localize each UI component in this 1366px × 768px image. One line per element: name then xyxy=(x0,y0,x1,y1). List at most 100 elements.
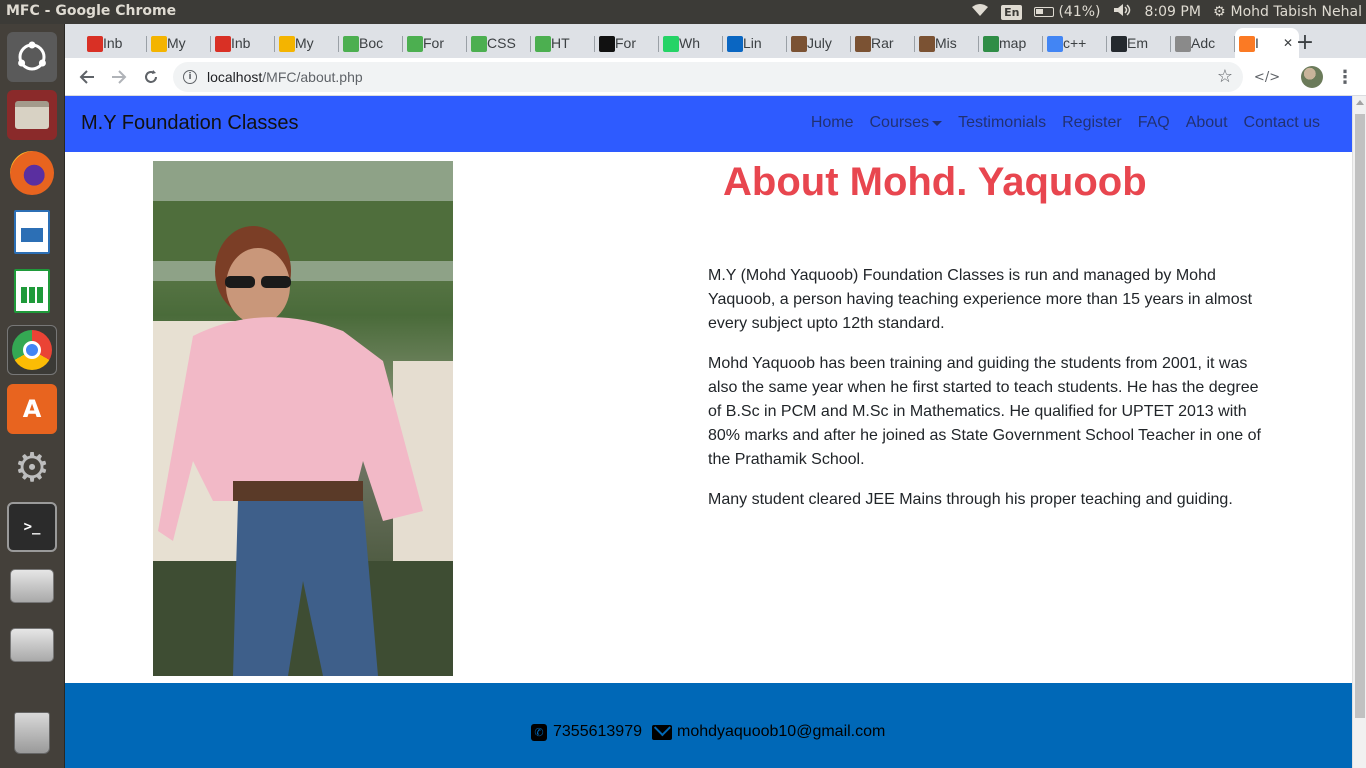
linkedin-icon xyxy=(727,36,743,52)
bookmark-icon xyxy=(1175,36,1191,52)
tab[interactable]: Mis xyxy=(915,28,979,58)
nav-contact[interactable]: Contact us xyxy=(1236,114,1328,132)
scrollbar-thumb[interactable] xyxy=(1355,114,1365,718)
bookmark-star-icon[interactable]: ☆ xyxy=(1217,66,1233,87)
tab-label: Mis xyxy=(935,35,957,51)
trash-icon[interactable] xyxy=(7,708,57,758)
tab[interactable]: Inb xyxy=(83,28,147,58)
about-content: M.Y (Mohd Yaquoob) Foundation Classes is… xyxy=(708,264,1268,528)
tab-label: My xyxy=(167,35,186,51)
code-extension-icon[interactable]: </> xyxy=(1254,65,1280,89)
site-nav-links: Home Courses Testimonials Register FAQ A… xyxy=(803,114,1328,132)
tab-label: Lin xyxy=(743,35,762,51)
address-bar[interactable]: i localhost/MFC/about.php ☆ xyxy=(173,62,1243,92)
tab-label: For xyxy=(423,35,444,51)
site-brand[interactable]: M.Y Foundation Classes xyxy=(81,112,299,135)
gear-icon: ⚙ xyxy=(1212,4,1226,20)
reload-button[interactable] xyxy=(137,63,165,91)
tab[interactable]: HT xyxy=(531,28,595,58)
xampp-icon xyxy=(1239,36,1255,52)
tab-label: Inb xyxy=(231,35,251,51)
nav-register[interactable]: Register xyxy=(1054,114,1130,132)
volume-icon[interactable] xyxy=(1113,3,1133,21)
scroll-up-arrow-icon[interactable] xyxy=(1356,100,1364,105)
calc-icon[interactable] xyxy=(7,266,57,316)
tab-label: Inb xyxy=(103,35,123,51)
tab-label: Wh xyxy=(679,35,700,51)
w3schools-icon xyxy=(471,36,487,52)
tab[interactable]: Lin xyxy=(723,28,787,58)
tab-strip: Inb My Inb My Boc For CSS HT For Wh Lin July Rar Mis m… xyxy=(65,24,1366,58)
tab[interactable]: My xyxy=(147,28,211,58)
tab[interactable]: Inb xyxy=(211,28,275,58)
tab[interactable]: Adc xyxy=(1171,28,1235,58)
browser-chrome: Inb My Inb My Boc For CSS HT For Wh Lin July Rar Mis m… xyxy=(65,24,1366,96)
tab[interactable]: My xyxy=(275,28,339,58)
tab-label: Boc xyxy=(359,35,384,51)
session-menu[interactable]: ⚙ Mohd Tabish Nehal xyxy=(1213,4,1362,20)
tab[interactable]: CSS xyxy=(467,28,531,58)
page-viewport: M.Y Foundation Classes Home Courses Test… xyxy=(65,96,1352,768)
google-icon xyxy=(1047,36,1063,52)
nav-home[interactable]: Home xyxy=(803,114,862,132)
new-tab-button[interactable]: + xyxy=(1291,28,1319,56)
drive-icon-2[interactable] xyxy=(7,620,57,670)
window-title: MFC - Google Chrome xyxy=(6,3,177,19)
nav-testimonials[interactable]: Testimonials xyxy=(950,114,1054,132)
tab-label: For xyxy=(615,35,636,51)
phone-number[interactable]: 7355613979 xyxy=(553,723,642,741)
tab[interactable]: Wh xyxy=(659,28,723,58)
tab-label: Em xyxy=(1127,35,1148,51)
whatsapp-icon xyxy=(663,36,679,52)
geeks-icon xyxy=(983,36,999,52)
envelope-icon xyxy=(651,724,672,740)
tab[interactable]: Rar xyxy=(851,28,915,58)
files-icon[interactable] xyxy=(7,90,57,140)
tab-label: Adc xyxy=(1191,35,1216,51)
nav-faq[interactable]: FAQ xyxy=(1130,114,1178,132)
drive-icon[interactable] xyxy=(7,561,57,611)
terminal-icon[interactable]: >_ xyxy=(7,502,57,552)
tab-label: HT xyxy=(551,35,570,51)
nav-about[interactable]: About xyxy=(1178,114,1236,132)
about-paragraph: Mohd Yaquoob has been training and guidi… xyxy=(708,355,1261,468)
wifi-icon[interactable] xyxy=(971,3,989,21)
tab[interactable]: c++ xyxy=(1043,28,1107,58)
profile-photo xyxy=(153,161,453,676)
tab-label: My xyxy=(295,35,314,51)
page-scrollbar[interactable] xyxy=(1352,96,1366,768)
clock[interactable]: 8:09 PM xyxy=(1145,4,1201,20)
tab[interactable]: map xyxy=(979,28,1043,58)
tab[interactable]: Em xyxy=(1107,28,1171,58)
drive-icon xyxy=(279,36,295,52)
gmail-icon xyxy=(215,36,231,52)
battery-indicator[interactable]: (41%) xyxy=(1034,4,1101,20)
github-icon xyxy=(1111,36,1127,52)
w3schools-icon xyxy=(407,36,423,52)
tab-active[interactable]: I ✕ xyxy=(1235,28,1299,58)
chrome-menu-icon[interactable]: ⋮ xyxy=(1335,65,1355,89)
site-navbar: M.Y Foundation Classes Home Courses Test… xyxy=(65,96,1352,152)
writer-icon[interactable] xyxy=(7,207,57,257)
nav-courses[interactable]: Courses xyxy=(862,114,951,132)
software-center-icon[interactable]: A xyxy=(7,384,57,434)
email-address[interactable]: mohdyaquoob10@gmail.com xyxy=(677,723,885,741)
keyboard-layout-indicator[interactable]: En xyxy=(1001,4,1023,20)
profile-avatar[interactable] xyxy=(1300,65,1324,89)
tab[interactable]: Boc xyxy=(339,28,403,58)
dash-icon[interactable] xyxy=(7,32,57,82)
chrome-icon[interactable] xyxy=(7,325,57,375)
firefox-icon[interactable] xyxy=(7,148,57,198)
site-info-icon[interactable]: i xyxy=(183,70,197,84)
tab[interactable]: For xyxy=(595,28,659,58)
system-top-panel: MFC - Google Chrome En (41%) 8:09 PM ⚙ M… xyxy=(0,0,1366,24)
tab[interactable]: For xyxy=(403,28,467,58)
phone-icon: ✆ xyxy=(531,723,547,741)
site-footer: ✆ 7355613979 mohdyaquoob10@gmail.com xyxy=(65,683,1352,768)
back-button[interactable] xyxy=(73,63,101,91)
tab[interactable]: July xyxy=(787,28,851,58)
forward-button[interactable] xyxy=(105,63,133,91)
gmail-icon xyxy=(87,36,103,52)
codechef-icon xyxy=(855,36,871,52)
system-settings-icon[interactable]: ⚙ xyxy=(7,443,57,493)
